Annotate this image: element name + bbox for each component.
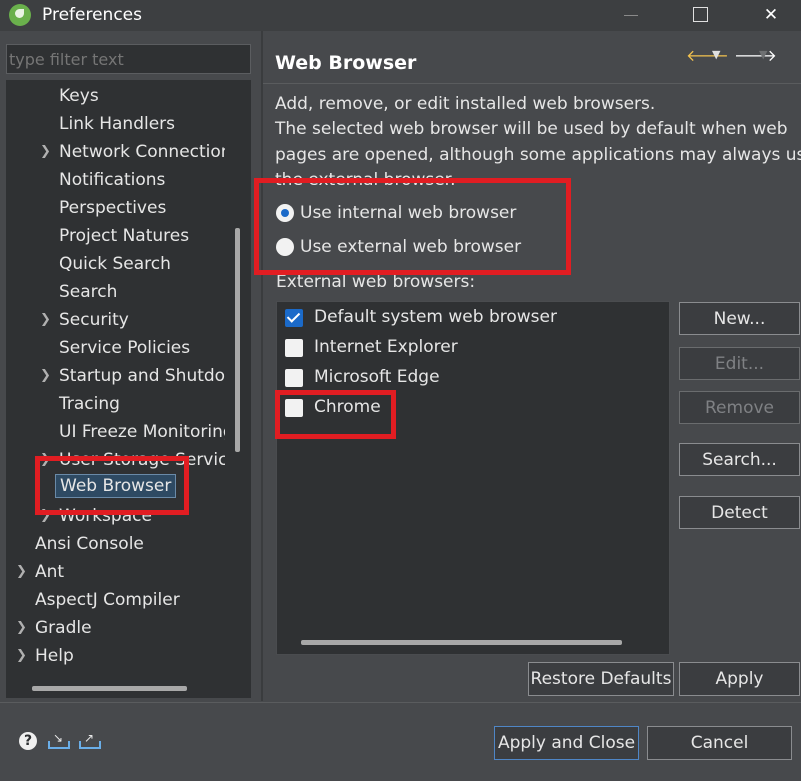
pane-divider[interactable] (261, 31, 263, 701)
export-icon[interactable]: ↗ (79, 731, 101, 749)
help-icon[interactable]: ? (19, 732, 37, 750)
edit-button[interactable]: Edit... (679, 347, 800, 380)
tree-item[interactable]: Link Handlers (59, 112, 175, 136)
tree-item[interactable]: Ant (35, 560, 64, 584)
close-button[interactable]: ✕ (748, 0, 794, 31)
tree-item[interactable]: Search (59, 280, 117, 304)
chevron-right-icon[interactable]: ❯ (16, 560, 27, 584)
tree-item[interactable]: Quick Search (59, 252, 171, 276)
tree-item[interactable]: AspectJ Compiler (35, 588, 180, 612)
apply-and-close-button[interactable]: Apply and Close (494, 726, 639, 760)
tree-item[interactable]: Startup and Shutdown (59, 364, 225, 388)
back-dropdown-icon[interactable]: ▼ (712, 48, 720, 61)
back-arrow-icon[interactable]: 🡐 (686, 45, 729, 65)
tree-item[interactable]: Gradle (35, 616, 92, 640)
chevron-right-icon[interactable]: ❯ (40, 308, 51, 332)
preferences-tree: ❯ ❯ ❯ ❯ ❯ ❯ ❯ ❯ Keys Link Handlers Netwo… (6, 80, 225, 676)
tree-horizontal-scrollbar[interactable] (32, 686, 187, 691)
remove-button[interactable]: Remove (679, 391, 800, 424)
checkbox-checked[interactable] (285, 309, 303, 327)
highlight-box (254, 178, 571, 275)
external-browsers-label: External web browsers: (276, 272, 476, 292)
apply-button[interactable]: Apply (679, 662, 800, 696)
list-horizontal-scrollbar[interactable] (301, 640, 622, 645)
description-line: The selected web browser will be used by… (275, 119, 788, 139)
window-title: Preferences (42, 5, 142, 25)
import-icon[interactable]: ↘ (48, 731, 70, 749)
maximize-button[interactable] (693, 7, 708, 22)
description-line: Add, remove, or edit installed web brows… (275, 94, 656, 114)
detect-button[interactable]: Detect (679, 496, 800, 529)
new-button[interactable]: New... (679, 302, 800, 335)
forward-arrow-icon[interactable]: 🡒 (734, 45, 777, 65)
title-separator (263, 83, 801, 84)
highlight-box (35, 456, 189, 515)
footer-separator (0, 702, 801, 703)
tree-item[interactable]: Notifications (59, 168, 165, 192)
tree-item[interactable]: UI Freeze Monitoring (59, 420, 225, 444)
description-line: pages are opened, although some applicat… (275, 145, 801, 165)
tree-item[interactable]: Perspectives (59, 196, 166, 220)
filter-input[interactable] (6, 44, 251, 74)
chevron-right-icon[interactable]: ❯ (16, 616, 27, 640)
minimize-button[interactable] (624, 15, 638, 16)
tree-item[interactable]: Project Natures (59, 224, 189, 248)
forward-dropdown-icon: ▼ (759, 48, 768, 61)
title-bar: Preferences ✕ (0, 0, 801, 31)
page-title: Web Browser (275, 52, 417, 74)
tree-item[interactable]: Ansi Console (35, 532, 144, 556)
cancel-button[interactable]: Cancel (647, 726, 792, 760)
tree-item[interactable]: Tracing (59, 392, 120, 416)
tree-item[interactable]: Network Connections (59, 140, 225, 164)
checkbox[interactable] (285, 369, 303, 387)
tree-item[interactable]: Security (59, 308, 129, 332)
restore-defaults-button[interactable]: Restore Defaults (528, 662, 674, 696)
tree-item[interactable]: Keys (59, 84, 99, 108)
highlight-box (275, 390, 396, 439)
chevron-right-icon[interactable]: ❯ (16, 644, 27, 668)
tree-vertical-scrollbar[interactable] (235, 228, 240, 452)
tree-item[interactable]: Help (35, 644, 74, 668)
checkbox[interactable] (285, 339, 303, 357)
chevron-right-icon[interactable]: ❯ (40, 364, 51, 388)
chevron-right-icon[interactable]: ❯ (40, 140, 51, 164)
search-button[interactable]: Search... (679, 443, 800, 476)
spring-app-icon (9, 4, 31, 26)
tree-item[interactable]: Service Policies (59, 336, 190, 360)
